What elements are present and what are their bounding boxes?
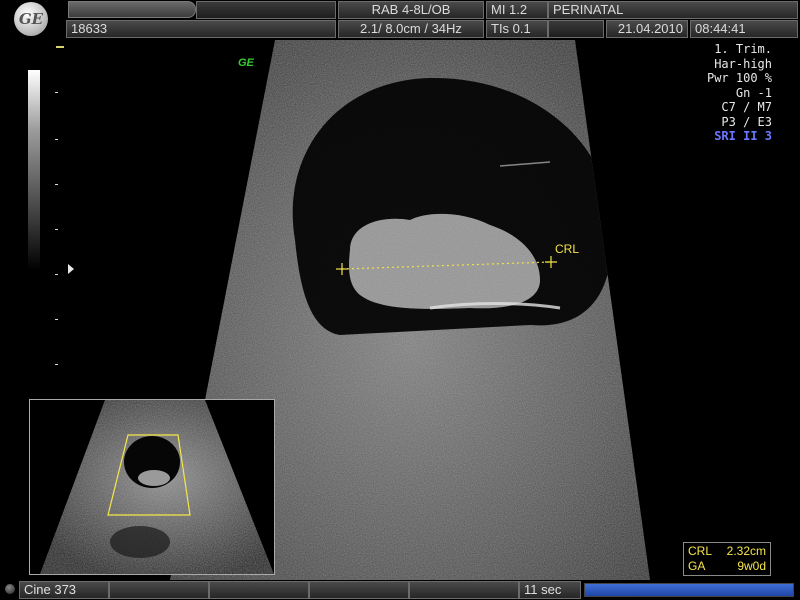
cine-progress-fill xyxy=(585,584,793,596)
bottom-cell xyxy=(209,581,309,599)
depth-tick xyxy=(55,319,58,320)
depth-tick xyxy=(55,364,58,365)
ge-logo: GE xyxy=(2,1,64,37)
cine-progress-bar[interactable] xyxy=(584,583,794,597)
grayscale-bar xyxy=(28,70,40,270)
scan-settings: 2.1/ 8.0cm / 34Hz xyxy=(338,20,484,38)
depth-tick xyxy=(55,184,58,185)
param-harmonic: Har-high xyxy=(714,56,772,71)
param-gain: Gn -1 xyxy=(735,85,772,100)
param-power: Pwr 100 % xyxy=(706,71,772,85)
param-c-m: C7 / M7 xyxy=(721,100,772,114)
param-sri: SRI II 3 xyxy=(714,129,772,143)
exam-date: 21.04.2010 xyxy=(606,20,688,38)
param-trimester: 1. Trim. xyxy=(714,42,772,56)
cine-duration: 11 sec xyxy=(519,581,581,599)
depth-tick xyxy=(55,139,58,140)
mi-value: MI 1.2 xyxy=(486,1,548,19)
depth-tick xyxy=(55,274,58,275)
bottom-cell xyxy=(309,581,409,599)
thumbnail-image xyxy=(40,400,274,574)
tis-value: TIs 0.1 xyxy=(486,20,548,38)
bottom-cell xyxy=(109,581,209,599)
bottom-cell xyxy=(409,581,519,599)
reference-thumbnail[interactable] xyxy=(29,399,275,575)
result-value: 2.32cm xyxy=(726,544,766,558)
top-depth-marker xyxy=(56,46,64,48)
param-p-e: P3 / E3 xyxy=(721,114,772,129)
result-name: CRL xyxy=(688,544,713,558)
patient-name-field[interactable] xyxy=(68,1,196,18)
measurement-results: CRL 2.32cm GA 9w0d xyxy=(683,542,771,576)
depth-tick xyxy=(55,229,58,230)
top-header-bar: GE RAB 4-8L/OB MI 1.2 PERINATAL 18633 2.… xyxy=(0,0,800,40)
cine-frame-count: Cine 373 xyxy=(19,581,109,599)
probe-label: RAB 4-8L/OB xyxy=(338,1,484,19)
header-cell-blank xyxy=(196,1,336,19)
crl-caliper-label: CRL xyxy=(555,242,580,256)
header-cell-blank-2 xyxy=(548,20,604,38)
application-label: PERINATAL xyxy=(548,1,798,19)
result-value: 9w0d xyxy=(737,559,766,573)
ge-watermark: GE xyxy=(238,57,254,69)
exam-time: 08:44:41 xyxy=(690,20,798,38)
bottom-status-bar: Cine 373 11 sec xyxy=(0,580,800,600)
focus-marker-icon[interactable] xyxy=(68,264,74,274)
parameter-list: 1. Trim. Har-high Pwr 100 % Gn -1 C7 / M… xyxy=(707,42,772,144)
result-row-crl: CRL 2.32cm xyxy=(688,544,766,559)
result-row-ga: GA 9w0d xyxy=(688,559,766,574)
depth-tick xyxy=(55,92,58,93)
cine-indicator-icon xyxy=(5,584,15,594)
result-name: GA xyxy=(688,559,706,573)
patient-id: 18633 xyxy=(66,20,336,38)
